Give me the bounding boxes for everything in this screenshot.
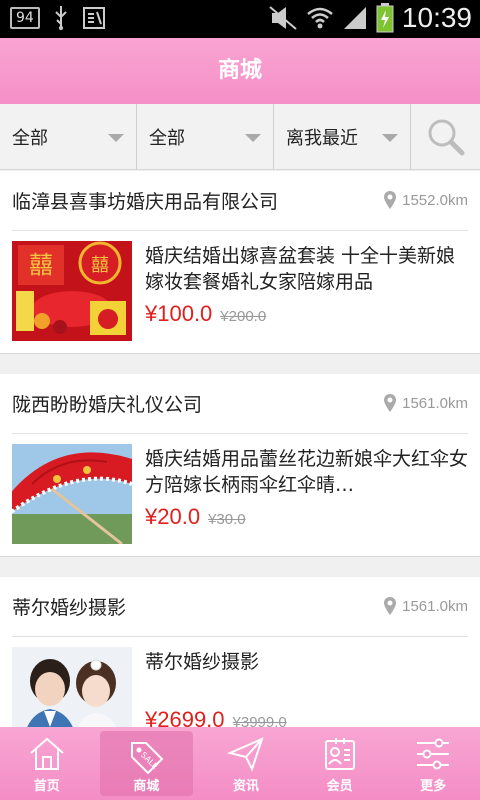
original-price: ¥3999.0	[232, 714, 287, 727]
price-row: ¥2699.0 ¥3999.0	[145, 707, 287, 727]
member-card-icon	[324, 738, 355, 770]
tab-news[interactable]: 资讯	[199, 727, 293, 800]
tab-label: 首页	[33, 779, 60, 794]
original-price: ¥30.0	[208, 511, 246, 528]
product-image[interactable]	[12, 444, 132, 544]
tab-mall[interactable]: SALE 商城	[99, 731, 194, 796]
price-row: ¥100.0 ¥200.0	[145, 301, 266, 327]
area-filter[interactable]: 全部	[137, 104, 274, 170]
search-icon	[428, 119, 464, 155]
location-pin-icon	[384, 394, 397, 412]
shop-card[interactable]: 蒂尔婚纱摄影 1561.0km 蒂尔婚纱摄影 ¥2699.0 ¥3999.0	[0, 577, 480, 727]
paper-plane-icon	[226, 737, 264, 772]
shop-header[interactable]: 蒂尔婚纱摄影 1561.0km	[12, 577, 468, 637]
shop-list[interactable]: 临漳县喜事坊婚庆用品有限公司 1552.0km 囍 囍 婚庆结婚出嫁喜盆套装 十…	[0, 171, 480, 727]
product-item[interactable]: 囍 囍 婚庆结婚出嫁喜盆套装 十全十美新娘嫁妆套餐婚礼女家陪嫁用品 ¥100.0…	[0, 231, 480, 353]
location-pin-icon	[384, 597, 397, 615]
svg-text:囍: 囍	[91, 255, 109, 276]
mute-icon	[269, 6, 297, 30]
chevron-down-icon	[382, 134, 398, 142]
debug-icon	[82, 7, 105, 29]
product-item[interactable]: 婚庆结婚用品蕾丝花边新娘伞大红伞女方陪嫁长柄雨伞红伞晴… ¥20.0 ¥30.0	[0, 434, 480, 556]
sale-tag-icon: SALE	[131, 742, 164, 775]
shop-header[interactable]: 陇西盼盼婚庆礼仪公司 1561.0km	[12, 374, 468, 434]
svg-text:囍: 囍	[29, 251, 53, 279]
home-icon	[30, 737, 64, 770]
product-image[interactable]: 囍 囍	[12, 241, 132, 341]
tab-member[interactable]: 会员	[293, 727, 387, 800]
shop-header[interactable]: 临漳县喜事坊婚庆用品有限公司 1552.0km	[12, 171, 468, 231]
usb-icon	[55, 6, 67, 30]
shop-name: 蒂尔婚纱摄影	[12, 597, 127, 619]
shop-card[interactable]: 陇西盼盼婚庆礼仪公司 1561.0km 婚庆结婚用品蕾丝花边新娘伞大红伞女方陪嫁…	[0, 374, 480, 557]
tab-home[interactable]: 首页	[0, 727, 94, 800]
status-bar: 94 10:39	[0, 0, 480, 38]
product-name: 蒂尔婚纱摄影	[145, 651, 260, 673]
clock: 10:39	[401, 2, 472, 33]
shop-name: 陇西盼盼婚庆礼仪公司	[12, 394, 203, 416]
sale-price: ¥20.0	[145, 504, 201, 529]
filter-label: 离我最近	[286, 128, 358, 149]
page-title: 商城	[217, 58, 262, 83]
product-item[interactable]: 蒂尔婚纱摄影 ¥2699.0 ¥3999.0	[0, 637, 480, 727]
tab-label: 更多	[420, 779, 447, 794]
product-name: 婚庆结婚用品蕾丝花边新娘伞大红伞女方陪嫁长柄雨伞红伞晴…	[145, 448, 469, 496]
filter-label: 全部	[149, 128, 185, 149]
filter-bar: 全部 全部 离我最近	[0, 104, 480, 170]
category-filter[interactable]: 全部	[0, 104, 137, 170]
product-name: 婚庆结婚出嫁喜盆套装 十全十美新娘嫁妆套餐婚礼女家陪嫁用品	[145, 245, 456, 293]
sliders-icon	[417, 738, 450, 770]
shop-card[interactable]: 临漳县喜事坊婚庆用品有限公司 1552.0km 囍 囍 婚庆结婚出嫁喜盆套装 十…	[0, 171, 480, 354]
bottom-tab-bar: 首页 SALE 商城 资讯 会员 更多	[0, 727, 480, 800]
battery-charging-icon	[376, 3, 394, 33]
app-header: 商城	[0, 38, 480, 104]
chevron-down-icon	[245, 134, 261, 142]
sale-price: ¥2699.0	[145, 707, 225, 727]
distance: 1552.0km	[384, 191, 468, 209]
sort-filter[interactable]: 离我最近	[274, 104, 411, 170]
tab-label: 会员	[326, 779, 353, 794]
notification-badge: 94	[10, 7, 40, 29]
location-pin-icon	[384, 191, 397, 209]
sale-price: ¥100.0	[145, 301, 213, 326]
signal-icon	[343, 7, 366, 29]
distance: 1561.0km	[384, 597, 468, 615]
price-row: ¥20.0 ¥30.0	[145, 504, 246, 530]
original-price: ¥200.0	[220, 308, 267, 325]
distance: 1561.0km	[384, 394, 468, 412]
filter-label: 全部	[12, 128, 48, 149]
tab-label: 商城	[133, 779, 160, 794]
chevron-down-icon	[108, 134, 124, 142]
product-image[interactable]	[12, 647, 132, 727]
distance-value: 1561.0km	[402, 394, 468, 412]
wifi-icon	[307, 7, 333, 29]
shop-name: 临漳县喜事坊婚庆用品有限公司	[12, 191, 279, 213]
tab-label: 资讯	[232, 779, 259, 794]
search-button[interactable]	[411, 104, 480, 169]
distance-value: 1552.0km	[402, 191, 468, 209]
tab-more[interactable]: 更多	[386, 727, 480, 800]
distance-value: 1561.0km	[402, 597, 468, 615]
